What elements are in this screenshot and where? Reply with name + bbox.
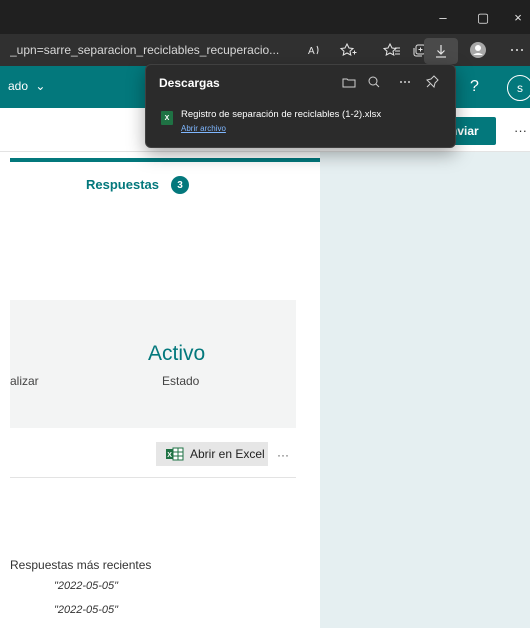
- help-icon[interactable]: ?: [470, 78, 479, 96]
- header-left-label: ado: [8, 79, 29, 93]
- open-in-excel-button[interactable]: X Abrir en Excel: [156, 442, 268, 466]
- avatar[interactable]: s: [507, 75, 530, 101]
- chevron-down-icon: ⌄: [35, 79, 46, 93]
- responses-count-badge: 3: [171, 176, 189, 194]
- open-in-excel-label: Abrir en Excel: [190, 447, 265, 461]
- read-aloud-icon[interactable]: A: [305, 41, 325, 59]
- recent-response-item: "2022-05-05": [54, 604, 119, 616]
- more-icon[interactable]: [507, 41, 527, 59]
- downloaded-file-name[interactable]: Registro de separación de reciclables (1…: [181, 109, 381, 120]
- open-file-link[interactable]: Abrir archivo: [181, 124, 226, 133]
- status-label: Estado: [162, 374, 200, 388]
- address-url[interactable]: _upn=sarre_separacion_reciclables_recupe…: [10, 43, 310, 57]
- recent-responses-title: Respuestas más recientes: [10, 558, 152, 572]
- recent-response-item: "2022-05-05": [54, 580, 119, 592]
- status-value: Activo: [148, 342, 206, 365]
- svg-text:A: A: [308, 46, 315, 57]
- downloads-flyout: Descargas X Registro de separación de re…: [145, 64, 456, 148]
- search-icon[interactable]: [365, 73, 383, 91]
- response-actions-more-icon[interactable]: ···: [277, 448, 289, 462]
- minimize-icon[interactable]: –: [434, 8, 452, 26]
- svg-text:X: X: [167, 452, 172, 459]
- divider: [10, 477, 296, 478]
- stat-left-label: alizar: [10, 374, 39, 388]
- tab-responses[interactable]: Respuestas: [86, 177, 159, 192]
- favorites-icon[interactable]: [382, 41, 402, 59]
- header-left-item[interactable]: ado ⌄: [8, 79, 45, 93]
- responses-stats-card: alizar Activo Estado: [10, 300, 296, 428]
- toolbar-more-icon[interactable]: ···: [514, 123, 527, 138]
- close-icon[interactable]: ×: [509, 8, 527, 26]
- folder-icon[interactable]: [340, 73, 358, 91]
- downloads-icon: [436, 45, 446, 58]
- excel-icon: X: [166, 447, 184, 461]
- restore-icon[interactable]: ▢: [474, 8, 492, 26]
- responses-panel: Respuestas 3 alizar Activo Estado X Abri…: [0, 152, 320, 628]
- more-icon[interactable]: [396, 73, 414, 91]
- downloads-button[interactable]: [424, 38, 458, 64]
- downloads-title: Descargas: [159, 76, 220, 90]
- active-tab-indicator: [10, 158, 320, 162]
- browser-titlebar: – ▢ ×: [0, 0, 530, 34]
- right-panel: [320, 152, 530, 628]
- favorite-add-icon[interactable]: [338, 41, 358, 59]
- excel-file-icon: X: [161, 111, 173, 125]
- pin-icon[interactable]: [423, 73, 441, 91]
- profile-icon[interactable]: [468, 41, 488, 59]
